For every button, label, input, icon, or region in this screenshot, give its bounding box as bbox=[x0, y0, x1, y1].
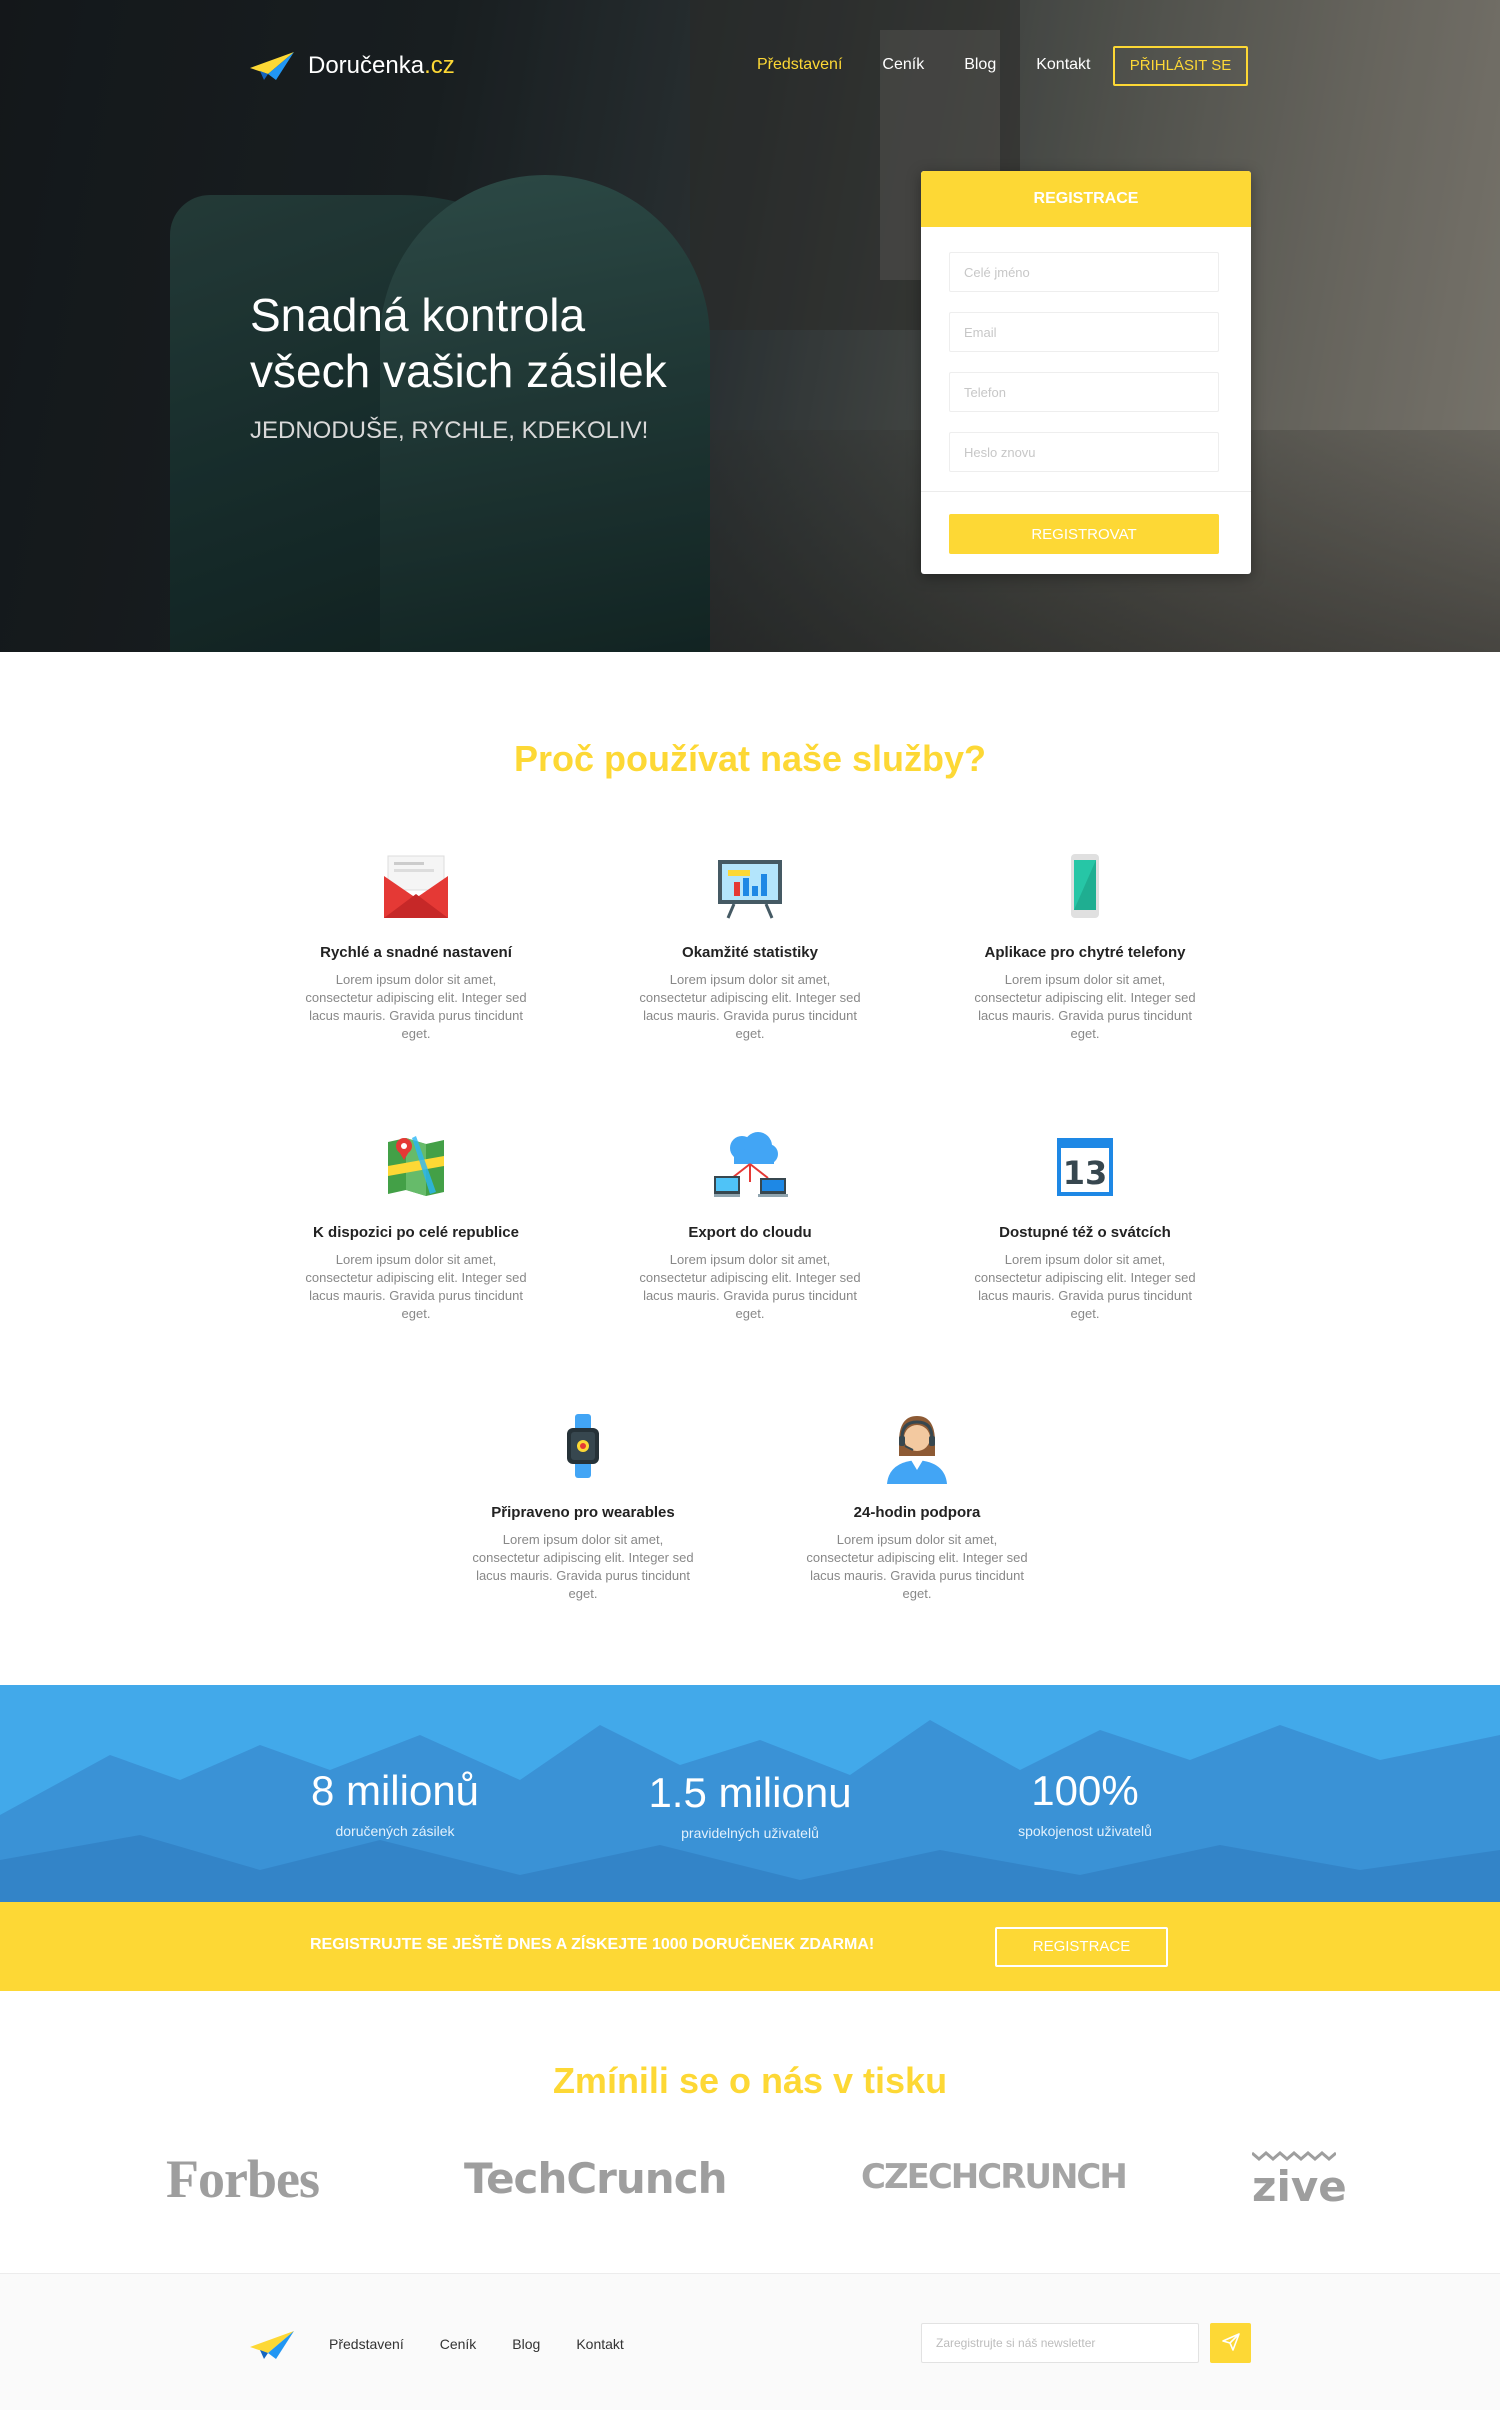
feature-title: Rychlé a snadné nastavení bbox=[320, 944, 512, 961]
paper-plane-logo-icon bbox=[250, 52, 294, 80]
feature-description: Lorem ipsum dolor sit amet, consectetur … bbox=[305, 1252, 527, 1321]
feature-item: 13 Dostupné též o svátcích Lorem ipsum d… bbox=[970, 1126, 1200, 1323]
feature-item: Okamžité statistiky Lorem ipsum dolor si… bbox=[635, 846, 865, 1043]
cta-banner: REGISTRUJTE SE JEŠTĚ DNES A ZÍSKEJTE 100… bbox=[0, 1902, 1500, 1991]
stat-label: pravidelných uživatelů bbox=[681, 1825, 819, 1841]
newsletter-send-button[interactable] bbox=[1210, 2323, 1251, 2363]
form-divider bbox=[921, 491, 1251, 492]
zive-zigzag-icon bbox=[1251, 2151, 1337, 2161]
nav-link-kontakt[interactable]: Kontakt bbox=[1036, 56, 1090, 74]
map-icon bbox=[388, 1136, 444, 1196]
password-confirm-field[interactable] bbox=[949, 432, 1219, 472]
full-name-field[interactable] bbox=[949, 252, 1219, 292]
feature-description: Lorem ipsum dolor sit amet, consectetur … bbox=[639, 972, 861, 1041]
calendar-day: 13 bbox=[1063, 1154, 1108, 1192]
register-submit-button[interactable]: REGISTROVAT bbox=[949, 514, 1219, 554]
footer-link-cenik[interactable]: Ceník bbox=[440, 2336, 477, 2352]
feature-title: Okamžité statistiky bbox=[682, 944, 818, 961]
footer-links: Představení Ceník Blog Kontakt bbox=[329, 2336, 660, 2352]
feature-title: Export do cloudu bbox=[688, 1224, 812, 1241]
stat-value: 1.5 milionu bbox=[648, 1769, 852, 1816]
cta-register-button[interactable]: REGISTRACE bbox=[995, 1927, 1168, 1967]
czechcrunch-logo[interactable]: CZECHCRUNCH bbox=[861, 2157, 1128, 2197]
hero-title-line-1: Snadná kontrola bbox=[250, 289, 586, 341]
feature-description: Lorem ipsum dolor sit amet, consectetur … bbox=[974, 972, 1196, 1041]
footer-link-blog[interactable]: Blog bbox=[512, 2336, 540, 2352]
brand-tld: .cz bbox=[424, 52, 455, 79]
forbes-logo[interactable]: Forbes bbox=[166, 2148, 320, 2210]
site-logo[interactable]: Doručenka.cz bbox=[250, 50, 455, 82]
hero-title: Snadná kontrola všech vašich zásilek bbox=[250, 287, 850, 399]
nav-link-blog[interactable]: Blog bbox=[964, 56, 996, 74]
stat-item: 100% spokojenost uživatelů bbox=[925, 1767, 1245, 1839]
cloud-export-icon bbox=[714, 1132, 788, 1197]
envelope-icon bbox=[384, 855, 448, 918]
hero-section: Doručenka.cz Představení Ceník Blog Kont… bbox=[0, 0, 1500, 652]
stat-item: 1.5 milionu pravidelných uživatelů bbox=[590, 1769, 910, 1841]
support-agent-icon bbox=[887, 1416, 947, 1484]
feature-title: 24-hodin podpora bbox=[853, 1504, 981, 1521]
footer: Představení Ceník Blog Kontakt bbox=[0, 2273, 1500, 2410]
smartwatch-icon bbox=[567, 1414, 599, 1478]
footer-link-predstaveni[interactable]: Představení bbox=[329, 2336, 404, 2352]
stat-item: 8 milionů doručených zásilek bbox=[235, 1767, 555, 1839]
stat-label: spokojenost uživatelů bbox=[1018, 1823, 1152, 1839]
smartphone-icon bbox=[1071, 854, 1099, 918]
feature-item: Aplikace pro chytré telefony Lorem ipsum… bbox=[970, 846, 1200, 1043]
hero-subtitle: JEDNODUŠE, RYCHLE, KDEKOLIV! bbox=[250, 417, 649, 444]
feature-title: Aplikace pro chytré telefony bbox=[984, 944, 1186, 961]
stats-section: 8 milionů doručených zásilek 1.5 milionu… bbox=[0, 1685, 1500, 1902]
nav-links: Představení Ceník Blog Kontakt bbox=[757, 56, 1130, 74]
phone-field[interactable] bbox=[949, 372, 1219, 412]
feature-description: Lorem ipsum dolor sit amet, consectetur … bbox=[639, 1252, 861, 1321]
feature-item: Export do cloudu Lorem ipsum dolor sit a… bbox=[635, 1126, 865, 1323]
paper-plane-logo-icon[interactable] bbox=[250, 2329, 294, 2361]
cta-text: REGISTRUJTE SE JEŠTĚ DNES A ZÍSKEJTE 100… bbox=[310, 1936, 875, 1953]
feature-title: Připraveno pro wearables bbox=[491, 1504, 675, 1521]
top-navigation: Doručenka.cz Představení Ceník Blog Kont… bbox=[0, 44, 1500, 88]
zive-wordmark: zive bbox=[1252, 2162, 1347, 2211]
hero-title-line-2: všech vašich zásilek bbox=[250, 345, 667, 397]
feature-item: Rychlé a snadné nastavení Lorem ipsum do… bbox=[301, 846, 531, 1043]
newsletter-email-input[interactable] bbox=[921, 2323, 1199, 2363]
press-title: Zmínili se o nás v tisku bbox=[552, 2060, 948, 2101]
feature-item: K dispozici po celé republice Lorem ipsu… bbox=[301, 1126, 531, 1323]
nav-link-predstaveni[interactable]: Představení bbox=[757, 56, 842, 74]
feature-description: Lorem ipsum dolor sit amet, consectetur … bbox=[472, 1532, 694, 1601]
feature-description: Lorem ipsum dolor sit amet, consectetur … bbox=[305, 972, 527, 1041]
send-icon bbox=[1221, 2332, 1240, 2351]
stat-value: 100% bbox=[1031, 1767, 1139, 1814]
feature-title: K dispozici po celé republice bbox=[313, 1224, 519, 1241]
feature-description: Lorem ipsum dolor sit amet, consectetur … bbox=[806, 1532, 1028, 1601]
registration-form: REGISTRACE REGISTROVAT bbox=[921, 171, 1251, 574]
email-field[interactable] bbox=[949, 312, 1219, 352]
feature-title: Dostupné též o svátcích bbox=[999, 1224, 1171, 1241]
logo-text: Doručenka.cz bbox=[308, 52, 455, 80]
features-title: Proč používat naše služby? bbox=[513, 738, 987, 779]
techcrunch-logo[interactable]: TechCrunch bbox=[464, 2154, 727, 2203]
registration-heading: REGISTRACE bbox=[921, 171, 1251, 227]
brand-name: Doručenka bbox=[308, 52, 425, 79]
statistics-board-icon bbox=[718, 860, 782, 919]
feature-description: Lorem ipsum dolor sit amet, consectetur … bbox=[974, 1252, 1196, 1321]
nav-link-cenik[interactable]: Ceník bbox=[882, 56, 924, 74]
login-button[interactable]: PŘIHLÁSIT SE bbox=[1113, 46, 1248, 86]
calendar-icon: 13 bbox=[1057, 1138, 1113, 1196]
stat-label: doručených zásilek bbox=[335, 1823, 455, 1839]
feature-item: 24-hodin podpora Lorem ipsum dolor sit a… bbox=[802, 1406, 1032, 1603]
feature-item: Připraveno pro wearables Lorem ipsum dol… bbox=[468, 1406, 698, 1603]
stat-value: 8 milionů bbox=[310, 1767, 480, 1814]
zive-logo[interactable]: zive bbox=[1251, 2148, 1347, 2211]
footer-link-kontakt[interactable]: Kontakt bbox=[576, 2336, 623, 2352]
